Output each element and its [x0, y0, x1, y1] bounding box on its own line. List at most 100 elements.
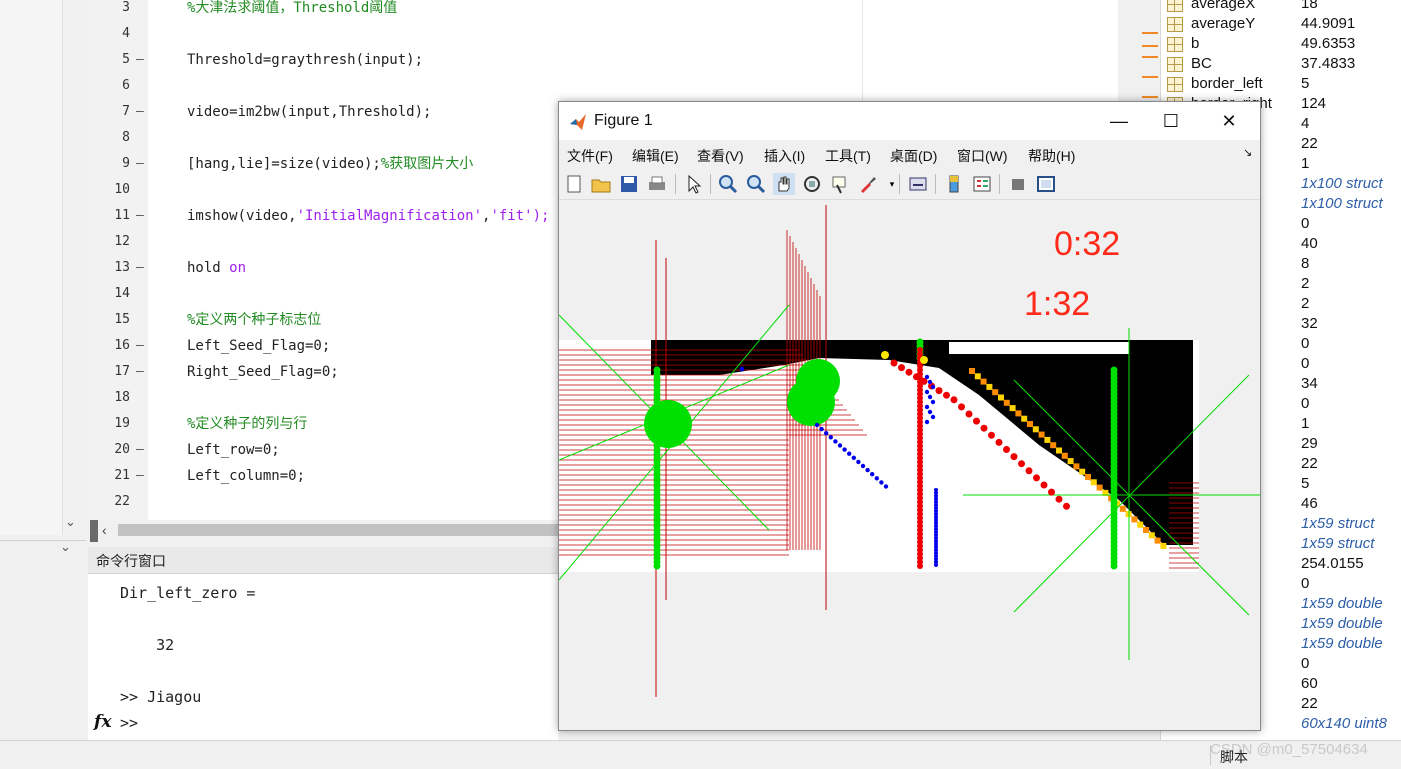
minimize-button[interactable]: — [1099, 108, 1139, 134]
command-output-line: 32 [120, 636, 175, 654]
figure-titlebar[interactable]: Figure 1 — ☐ ✕ [559, 102, 1260, 140]
breakpoint-marker[interactable]: — [136, 103, 144, 121]
variable-value: 1x59 struct [1301, 535, 1375, 552]
edge-marker [1067, 458, 1074, 465]
edge-point [980, 424, 988, 432]
menu-edit[interactable]: 编辑(E) [632, 146, 679, 166]
lane-point [842, 447, 847, 452]
breakpoint-marker[interactable]: — [136, 337, 144, 355]
pointer-icon[interactable] [683, 173, 705, 195]
workspace-variable-row[interactable]: b 49.6353 [1161, 34, 1401, 54]
edge-point [1003, 446, 1010, 453]
change-marker[interactable] [1142, 32, 1158, 34]
open-file-icon[interactable] [590, 173, 612, 195]
new-figure-icon[interactable] [563, 173, 585, 195]
workspace-variable-row[interactable]: averageX 18 [1161, 0, 1401, 14]
edge-marker [1079, 468, 1086, 475]
breakpoint-marker[interactable]: — [136, 363, 144, 381]
dock-arrow-icon[interactable]: ↘ [1243, 146, 1252, 159]
code-line[interactable]: 6 [88, 77, 1118, 103]
breakpoint-marker[interactable]: — [136, 467, 144, 485]
line-number[interactable]: 11 [88, 207, 130, 225]
variable-value: 0 [1301, 335, 1310, 352]
breakpoint-marker[interactable]: — [136, 51, 144, 69]
print-icon[interactable] [646, 173, 668, 195]
menu-insert[interactable]: 插入(I) [764, 146, 805, 166]
line-number[interactable]: 22 [88, 493, 130, 511]
line-number[interactable]: 15 [88, 311, 130, 329]
show-plot-tools-icon[interactable] [1035, 173, 1057, 195]
menu-help[interactable]: 帮助(H) [1028, 146, 1075, 166]
menu-desktop[interactable]: 桌面(D) [890, 146, 937, 166]
line-number[interactable]: 12 [88, 233, 130, 251]
zoom-out-icon[interactable] [745, 173, 767, 195]
corner-point [881, 351, 889, 359]
line-number[interactable]: 4 [88, 25, 130, 43]
edge-marker [1131, 516, 1138, 523]
menu-tools[interactable]: 工具(T) [825, 146, 871, 166]
line-number[interactable]: 3 [88, 0, 130, 17]
change-marker[interactable] [1142, 96, 1158, 98]
line-number[interactable]: 19 [88, 415, 130, 433]
change-marker[interactable] [1142, 56, 1158, 58]
line-number[interactable]: 5 [88, 51, 130, 69]
menu-window[interactable]: 窗口(W) [957, 146, 1008, 166]
fx-icon[interactable]: fx [94, 712, 111, 732]
line-number[interactable]: 10 [88, 181, 130, 199]
line-number[interactable]: 20 [88, 441, 130, 459]
code-line[interactable]: 5 — Threshold=graythresh(input); [88, 51, 1118, 77]
command-prompt[interactable]: >> [120, 714, 138, 732]
edge-point [1040, 481, 1048, 489]
pan-hand-icon[interactable] [773, 173, 795, 195]
link-plot-icon[interactable] [907, 173, 929, 195]
line-number[interactable]: 18 [88, 389, 130, 407]
variable-value: 1x100 struct [1301, 195, 1383, 212]
file-browser-scrollbar[interactable] [63, 0, 81, 516]
lane-point [847, 451, 852, 456]
menu-view[interactable]: 查看(V) [697, 146, 744, 166]
menu-file[interactable]: 文件(F) [567, 146, 613, 166]
workspace-variable-row[interactable]: BC 37.4833 [1161, 54, 1401, 74]
line-number[interactable]: 8 [88, 129, 130, 147]
legend-icon[interactable] [971, 173, 993, 195]
scroll-left-icon[interactable]: ‹ [102, 522, 107, 538]
line-number[interactable]: 13 [88, 259, 130, 277]
variable-value: 60x140 uint8 [1301, 715, 1387, 732]
line-number[interactable]: 6 [88, 77, 130, 95]
code-line[interactable]: 3 %大津法求阈值，Threshold阈值 [88, 0, 1118, 25]
maximize-button[interactable]: ☐ [1151, 108, 1191, 134]
code-text: Left_Seed_Flag=0; [187, 338, 331, 354]
line-number[interactable]: 16 [88, 337, 130, 355]
change-marker[interactable] [1142, 45, 1158, 47]
save-icon[interactable] [618, 173, 640, 195]
zoom-in-icon[interactable] [717, 173, 739, 195]
command-window[interactable]: Dir_left_zero = 32 >> Jiagou fx >> [88, 574, 558, 740]
close-button[interactable]: ✕ [1209, 108, 1249, 134]
breakpoint-marker[interactable]: — [136, 155, 144, 173]
change-marker[interactable] [1142, 76, 1158, 78]
hide-plot-tools-icon[interactable] [1007, 173, 1029, 195]
figure-canvas[interactable]: 0:32 1:32 [559, 200, 1260, 729]
code-line[interactable]: 4 [88, 25, 1118, 51]
breakpoint-marker[interactable]: — [136, 441, 144, 459]
workspace-variable-row[interactable]: averageY 44.9091 [1161, 14, 1401, 34]
line-number[interactable]: 21 [88, 467, 130, 485]
center-line-point [917, 563, 923, 569]
line-number[interactable]: 14 [88, 285, 130, 303]
line-number[interactable]: 9 [88, 155, 130, 173]
figure-window[interactable]: Figure 1 — ☐ ✕ 文件(F) 编辑(E) 查看(V) 插入(I) 工… [558, 101, 1261, 731]
variable-value: 46 [1301, 495, 1318, 512]
workspace-variable-row[interactable]: border_left 5 [1161, 74, 1401, 94]
breakpoint-marker[interactable]: — [136, 207, 144, 225]
rotate-3d-icon[interactable] [801, 173, 823, 195]
edge-point [898, 364, 905, 372]
brush-icon[interactable] [857, 173, 879, 195]
line-number[interactable]: 17 [88, 363, 130, 381]
chevron-down-icon[interactable]: ⌄ [60, 539, 71, 555]
colorbar-icon[interactable] [943, 173, 965, 195]
data-cursor-icon[interactable] [829, 173, 851, 195]
breakpoint-marker[interactable]: — [136, 259, 144, 277]
variable-value: 29 [1301, 435, 1318, 452]
chevron-down-icon[interactable]: ⌄ [65, 514, 76, 530]
line-number[interactable]: 7 [88, 103, 130, 121]
